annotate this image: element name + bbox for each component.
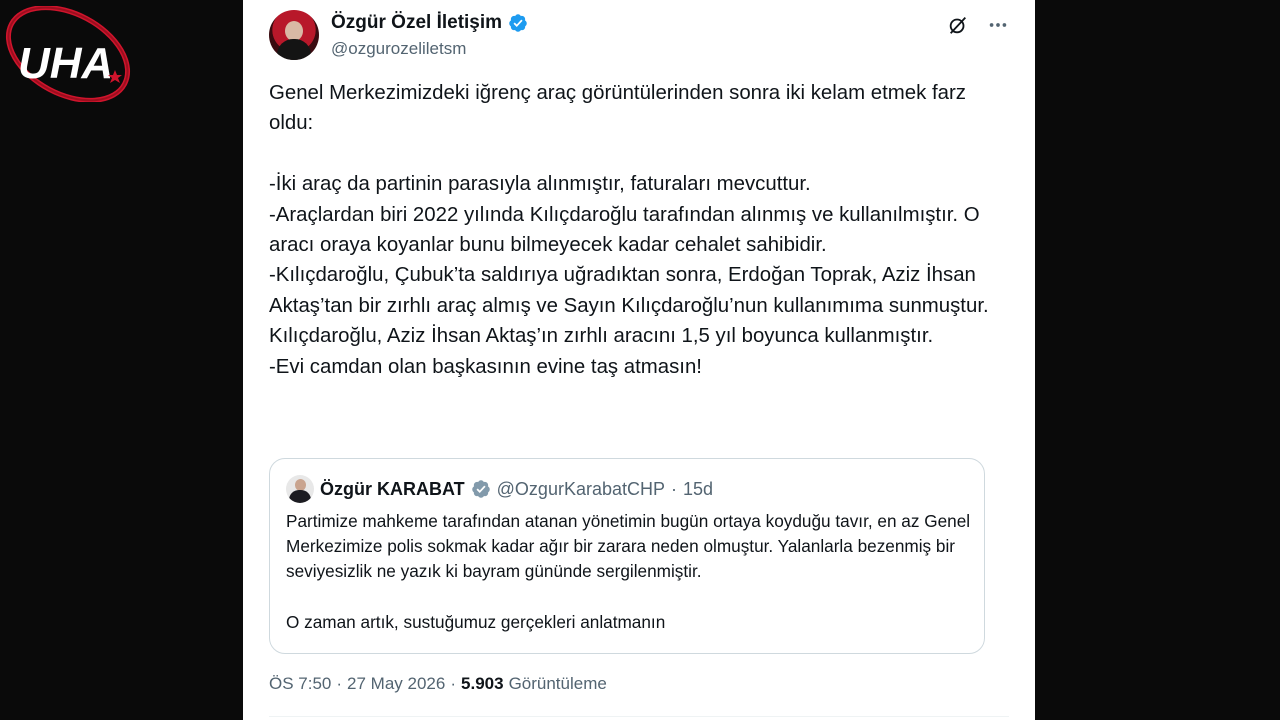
tweet-header: Özgür Özel İletişim @ozgurozeliletsm: [269, 10, 1009, 66]
divider: [269, 716, 1009, 717]
quoted-age: 15d: [683, 478, 714, 499]
tweet-card: Özgür Özel İletişim @ozgurozeliletsm Gen…: [243, 0, 1035, 720]
tweet-body-text: Genel Merkezimizdeki iğrenç araç görüntü…: [269, 82, 989, 378]
tweet-time[interactable]: ÖS 7:50: [269, 674, 331, 694]
author-avatar[interactable]: [269, 10, 319, 60]
quoted-tweet-header: Özgür KARABAT @OzgurKarabatCHP · 15d: [286, 475, 713, 503]
quoted-separator: ·: [671, 478, 677, 499]
quoted-paragraph-2: O zaman artık, sustuğumuz gerçekleri anl…: [286, 611, 666, 632]
watermark-text: UHA: [18, 39, 113, 88]
views-count: 5.903: [461, 674, 504, 693]
author-names: Özgür Özel İletişim @ozgurozeliletsm: [331, 12, 528, 59]
more-icon[interactable]: [987, 14, 1009, 36]
verified-badge-icon: [509, 14, 527, 32]
views-label: Görüntüleme: [508, 674, 607, 693]
quoted-author-handle: @OzgurKarabatCHP: [496, 478, 665, 499]
quoted-verified-badge-icon: [471, 480, 490, 498]
quoted-paragraph-1: Partimize mahkeme tarafından atanan yöne…: [286, 511, 971, 582]
grok-icon[interactable]: [947, 14, 969, 36]
tweet-meta: ÖS 7:50 · 27 May 2026 · 5.903 Görüntülem…: [269, 674, 607, 694]
tweet-date[interactable]: 27 May 2026: [347, 674, 445, 694]
meta-separator: ·: [336, 674, 343, 693]
quoted-tweet[interactable]: Özgür KARABAT @OzgurKarabatCHP · 15d Par…: [269, 458, 985, 654]
quoted-author-avatar: [286, 475, 314, 503]
meta-separator-2: ·: [450, 674, 457, 693]
quoted-author-name: Özgür KARABAT: [320, 478, 465, 499]
author-handle[interactable]: @ozgurozeliletsm: [331, 39, 528, 59]
uha-watermark-logo: UHA: [2, 5, 142, 103]
author-name-row[interactable]: Özgür Özel İletişim: [331, 12, 528, 34]
quoted-tweet-text: Partimize mahkeme tarafından atanan yöne…: [286, 509, 976, 635]
tweet-actions-top: [947, 14, 1009, 36]
author-name[interactable]: Özgür Özel İletişim: [331, 12, 502, 34]
